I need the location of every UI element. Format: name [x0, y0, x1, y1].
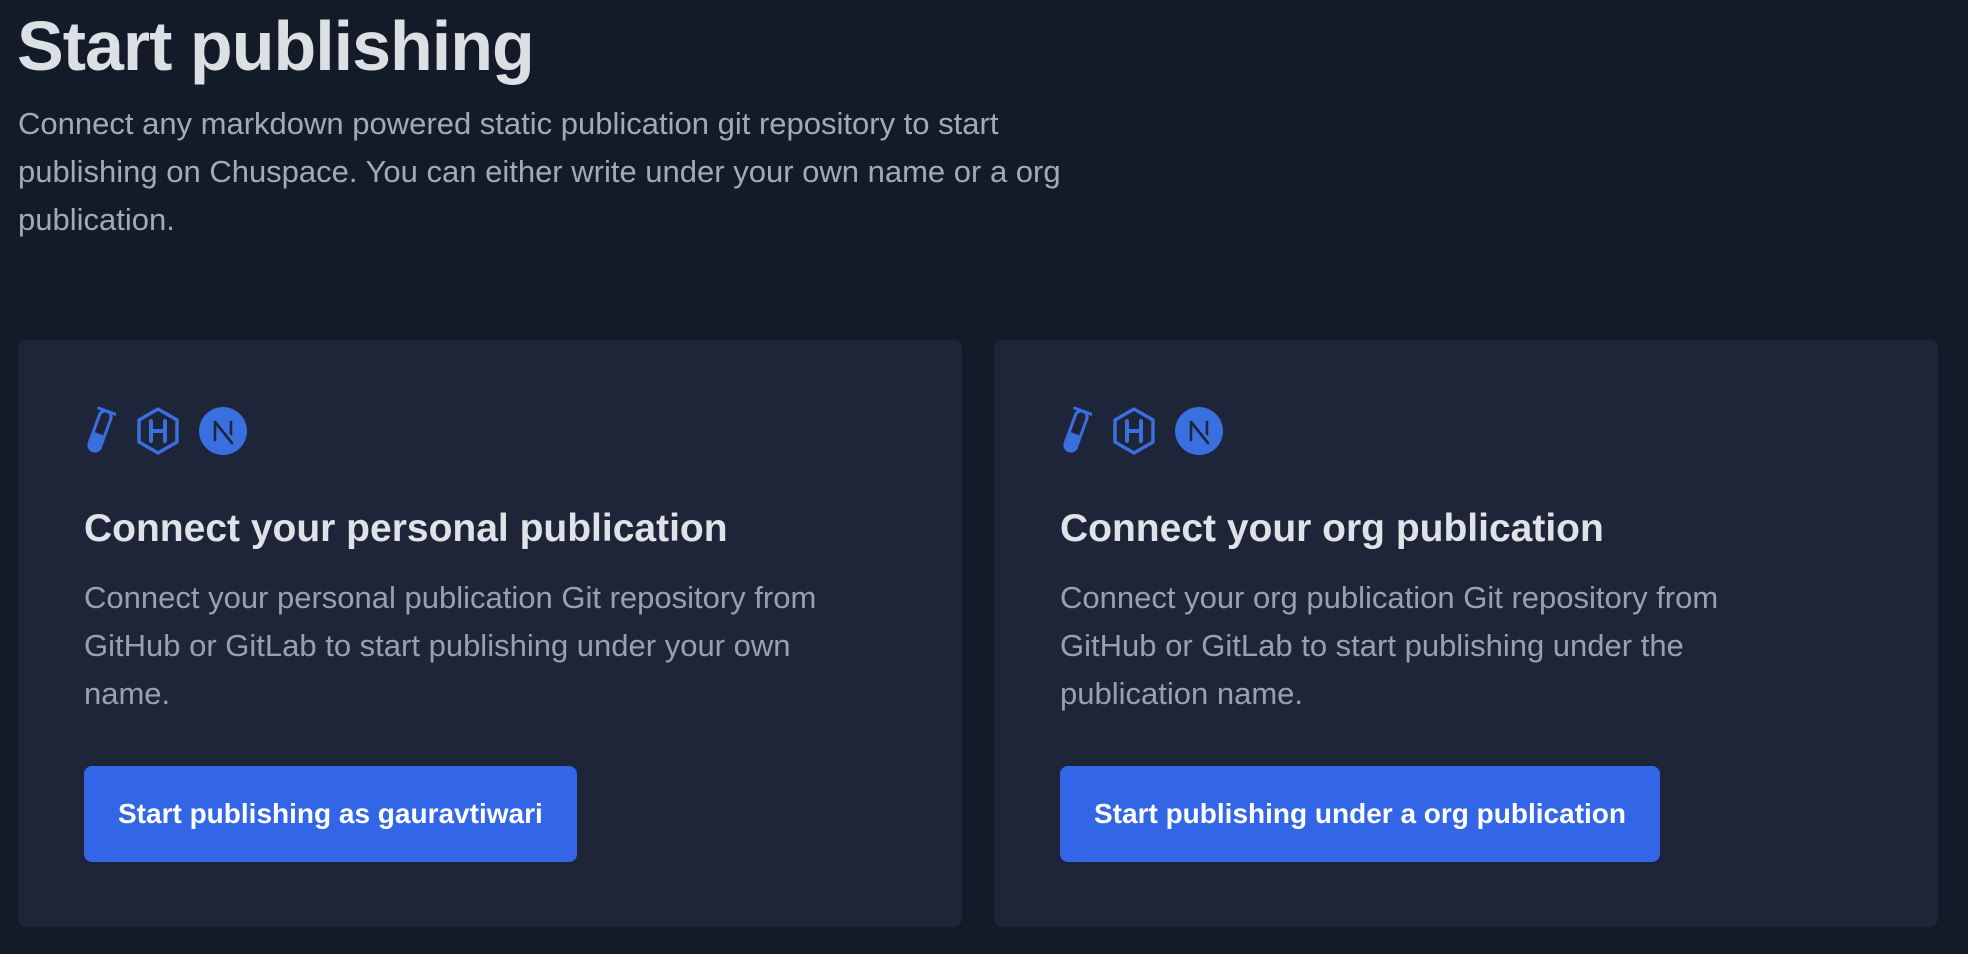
page-title: Start publishing: [17, 7, 535, 85]
framework-icons: [1060, 406, 1224, 456]
hexo-icon: [1110, 406, 1158, 456]
nextjs-icon: [198, 406, 248, 456]
org-card-description: Connect your org publication Git reposit…: [1060, 580, 1719, 711]
hexo-icon: [134, 406, 182, 456]
personal-card-description: Connect your personal publication Git re…: [84, 580, 817, 711]
org-card-title: Connect your org publication: [1060, 507, 1604, 550]
test-tube-icon: [84, 406, 116, 456]
page-intro: Connect any markdown powered static publ…: [18, 106, 1061, 237]
personal-card-title: Connect your personal publication: [84, 507, 728, 550]
personal-publication-card: Connect your personal publication Connec…: [18, 340, 962, 927]
start-publishing-page: Start publishing Connect any markdown po…: [0, 0, 1968, 954]
org-publication-card: Connect your org publication Connect you…: [994, 340, 1938, 927]
test-tube-icon: [1060, 406, 1092, 456]
nextjs-icon: [1174, 406, 1224, 456]
start-publishing-org-button[interactable]: Start publishing under a org publication: [1060, 766, 1660, 862]
start-publishing-personal-button[interactable]: Start publishing as gauravtiwari: [84, 766, 577, 862]
framework-icons: [84, 406, 248, 456]
